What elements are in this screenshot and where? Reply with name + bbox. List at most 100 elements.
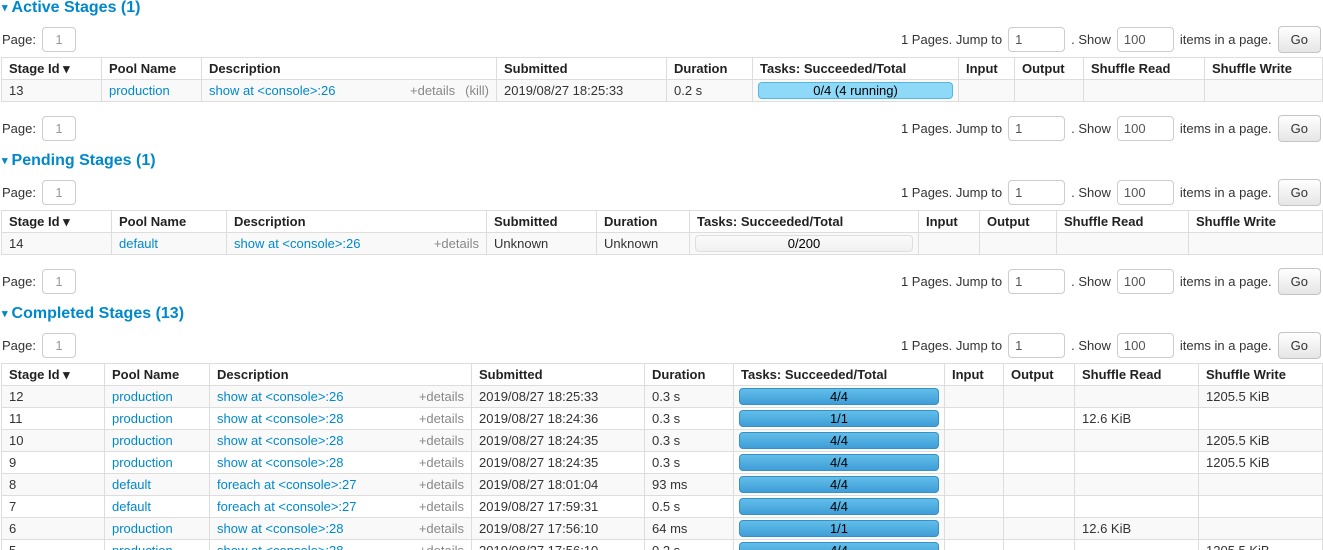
description-link[interactable]: foreach at <console>:27 <box>217 477 357 492</box>
page-number-input[interactable] <box>42 269 76 294</box>
details-link[interactable]: +details <box>419 543 464 550</box>
pool-name-link[interactable]: default <box>112 477 151 492</box>
show-label: . Show <box>1071 338 1111 353</box>
jump-to-page-input[interactable] <box>1008 333 1065 358</box>
pool-name-link[interactable]: production <box>112 389 173 404</box>
column-header-5[interactable]: Tasks: Succeeded/Total <box>690 211 919 233</box>
column-header-5[interactable]: Tasks: Succeeded/Total <box>753 58 959 80</box>
go-button[interactable]: Go <box>1278 332 1321 359</box>
column-header-9[interactable]: Shuffle Write <box>1199 364 1323 386</box>
section-heading-completed[interactable]: ▾Completed Stages (13) <box>2 306 1322 322</box>
column-header-3[interactable]: Submitted <box>497 58 667 80</box>
items-per-page-input[interactable] <box>1117 116 1174 141</box>
column-header-1[interactable]: Pool Name <box>105 364 210 386</box>
description-link[interactable]: show at <console>:28 <box>217 411 343 426</box>
go-button[interactable]: Go <box>1278 268 1321 295</box>
description-cell: show at <console>:28 +details <box>210 540 472 550</box>
column-header-6[interactable]: Input <box>959 58 1015 80</box>
stage-row: 5productionshow at <console>:28+details2… <box>2 540 1323 550</box>
column-header-4[interactable]: Duration <box>667 58 753 80</box>
column-header-2[interactable]: Description <box>227 211 487 233</box>
column-header-8[interactable]: Shuffle Read <box>1075 364 1199 386</box>
column-header-2[interactable]: Description <box>202 58 497 80</box>
pages-jump-label: 1 Pages. Jump to <box>901 185 1002 200</box>
description-content: show at <console>:26 +details <box>234 236 479 251</box>
column-header-0[interactable]: Stage Id ▾ <box>2 364 105 386</box>
pool-name-link[interactable]: default <box>119 236 158 251</box>
description-link[interactable]: show at <console>:28 <box>217 455 343 470</box>
column-header-9[interactable]: Shuffle Write <box>1189 211 1323 233</box>
description-link[interactable]: show at <console>:28 <box>217 543 343 550</box>
description-link[interactable]: foreach at <console>:27 <box>217 499 357 514</box>
stage-row: 9productionshow at <console>:28+details2… <box>2 452 1323 474</box>
shuffle-read-cell <box>1057 233 1189 255</box>
pool-name-link[interactable]: production <box>112 455 173 470</box>
pool-name-link[interactable]: production <box>109 83 170 98</box>
input-cell <box>959 80 1015 102</box>
pool-name-link[interactable]: production <box>112 543 173 550</box>
column-header-3[interactable]: Submitted <box>472 364 645 386</box>
jump-to-page-input[interactable] <box>1008 27 1065 52</box>
column-header-1[interactable]: Pool Name <box>102 58 202 80</box>
description-link[interactable]: show at <console>:26 <box>209 83 335 98</box>
column-header-0[interactable]: Stage Id ▾ <box>2 58 102 80</box>
details-link[interactable]: +details <box>419 433 464 448</box>
description-cell: show at <console>:28 +details <box>210 408 472 430</box>
pool-name-link[interactable]: production <box>112 521 173 536</box>
description-link[interactable]: show at <console>:28 <box>217 521 343 536</box>
details-link[interactable]: +details <box>434 236 479 251</box>
pool-name-link[interactable]: default <box>112 499 151 514</box>
kill-link[interactable]: (kill) <box>465 83 489 98</box>
section-heading-pending[interactable]: ▾Pending Stages (1) <box>2 153 1322 169</box>
description-link[interactable]: show at <console>:26 <box>217 389 343 404</box>
jump-to-page-input[interactable] <box>1008 116 1065 141</box>
stage-row: 7defaultforeach at <console>:27+details2… <box>2 496 1323 518</box>
column-header-7[interactable]: Output <box>1004 364 1075 386</box>
pool-name-link[interactable]: production <box>112 411 173 426</box>
tasks-progress-bar: 4/4 <box>739 432 939 449</box>
column-header-7[interactable]: Output <box>980 211 1057 233</box>
column-header-4[interactable]: Duration <box>645 364 734 386</box>
details-link[interactable]: +details <box>419 521 464 536</box>
stage-id-cell: 8 <box>2 474 105 496</box>
column-header-9[interactable]: Shuffle Write <box>1205 58 1323 80</box>
details-link[interactable]: +details <box>419 477 464 492</box>
details-link[interactable]: +details <box>410 83 455 98</box>
section-heading-active[interactable]: ▾Active Stages (1) <box>2 0 1322 16</box>
details-link[interactable]: +details <box>419 411 464 426</box>
column-header-5[interactable]: Tasks: Succeeded/Total <box>734 364 945 386</box>
column-header-8[interactable]: Shuffle Read <box>1084 58 1205 80</box>
column-header-0[interactable]: Stage Id ▾ <box>2 211 112 233</box>
page-number-input[interactable] <box>42 116 76 141</box>
items-per-page-input[interactable] <box>1117 269 1174 294</box>
column-header-7[interactable]: Output <box>1015 58 1084 80</box>
column-header-2[interactable]: Description <box>210 364 472 386</box>
details-link[interactable]: +details <box>419 455 464 470</box>
column-header-4[interactable]: Duration <box>597 211 690 233</box>
column-header-6[interactable]: Input <box>945 364 1004 386</box>
pool-name-link[interactable]: production <box>112 433 173 448</box>
jump-to-page-input[interactable] <box>1008 269 1065 294</box>
column-header-3[interactable]: Submitted <box>487 211 597 233</box>
pagination-row-pending-top: Page:1 Pages. Jump to. Showitems in a pa… <box>2 179 1321 205</box>
details-link[interactable]: +details <box>419 389 464 404</box>
go-button[interactable]: Go <box>1278 179 1321 206</box>
items-per-page-input[interactable] <box>1117 27 1174 52</box>
description-link[interactable]: show at <console>:26 <box>234 236 360 251</box>
pagination-right: 1 Pages. Jump to. Showitems in a page.Go <box>895 268 1321 295</box>
pool-name-cell: production <box>105 408 210 430</box>
items-per-page-input[interactable] <box>1117 180 1174 205</box>
column-header-8[interactable]: Shuffle Read <box>1057 211 1189 233</box>
go-button[interactable]: Go <box>1278 26 1321 53</box>
description-link[interactable]: show at <console>:28 <box>217 433 343 448</box>
column-header-1[interactable]: Pool Name <box>112 211 227 233</box>
show-label: . Show <box>1071 185 1111 200</box>
page-number-input[interactable] <box>42 180 76 205</box>
go-button[interactable]: Go <box>1278 115 1321 142</box>
column-header-6[interactable]: Input <box>919 211 980 233</box>
items-per-page-input[interactable] <box>1117 333 1174 358</box>
details-link[interactable]: +details <box>419 499 464 514</box>
jump-to-page-input[interactable] <box>1008 180 1065 205</box>
page-number-input[interactable] <box>42 333 76 358</box>
page-number-input[interactable] <box>42 27 76 52</box>
